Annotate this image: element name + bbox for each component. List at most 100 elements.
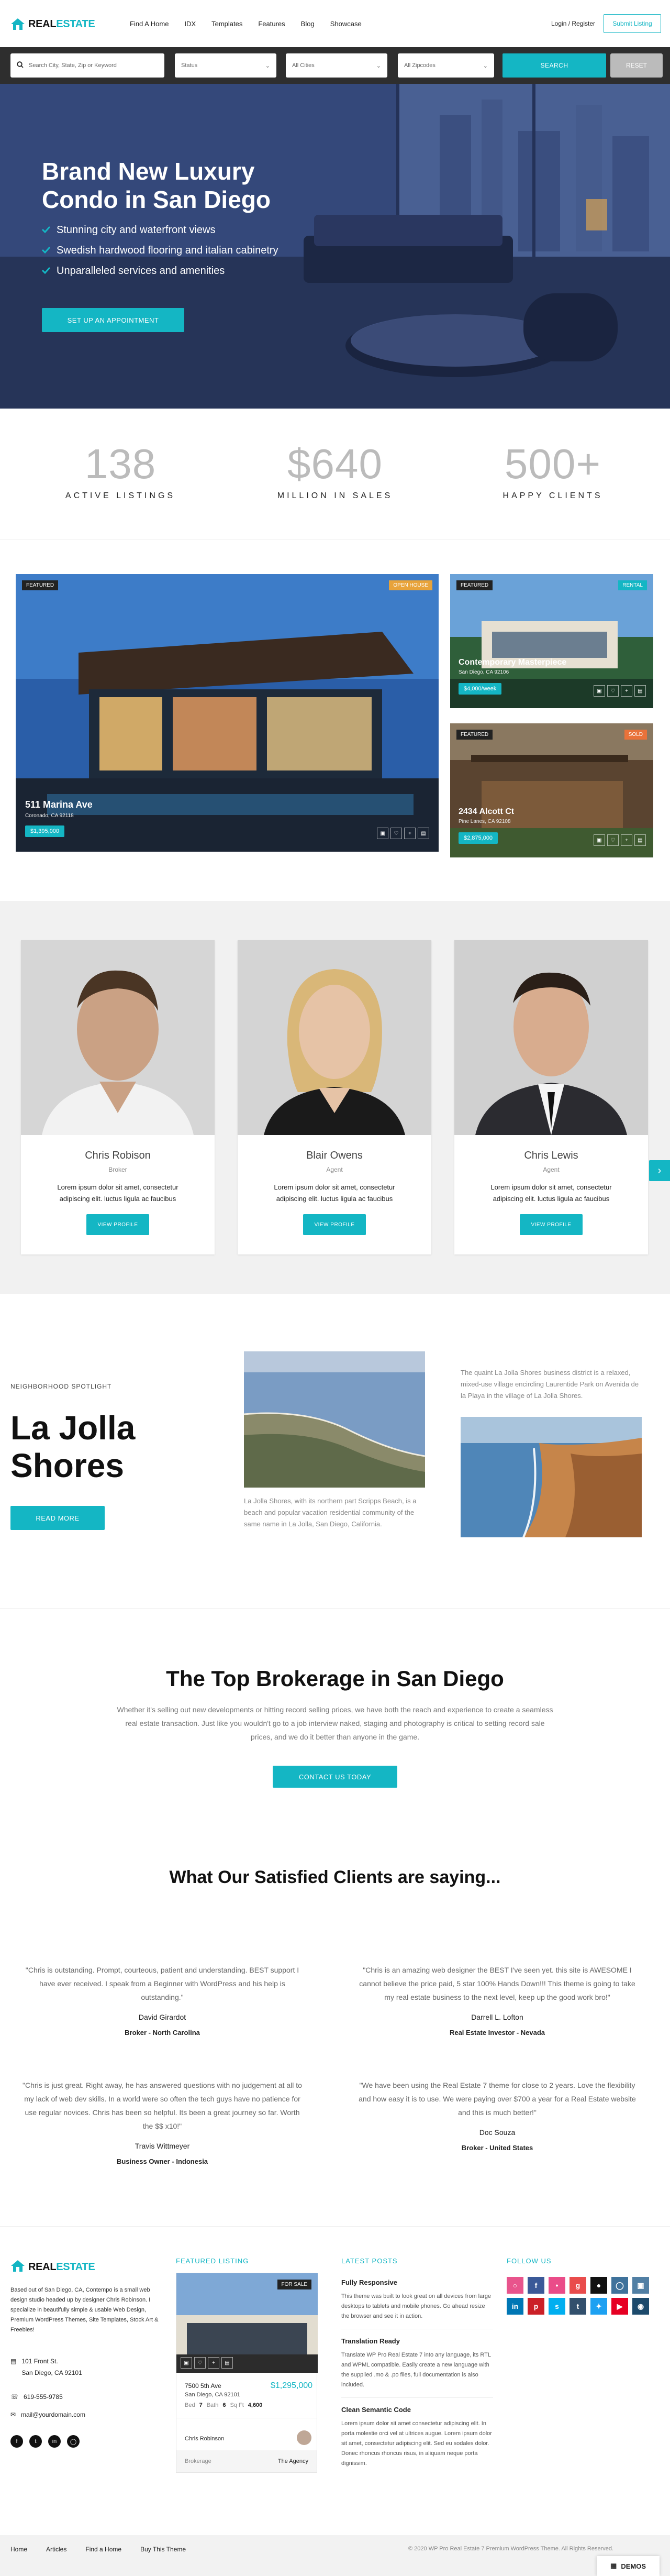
featured-listing-card[interactable]: FOR SALE ▣ ♡ + ▤ 7500 5th Ave San Diego, CA… — [176, 2273, 318, 2473]
nav-templates[interactable]: Templates — [211, 20, 242, 28]
skype-icon[interactable]: s — [549, 2298, 565, 2315]
footer-phone[interactable]: ☏ 619-555-9785 — [10, 2393, 63, 2401]
listing-price: $2,875,000 — [459, 832, 498, 844]
facebook-icon[interactable]: f — [528, 2277, 544, 2294]
agent-photo — [238, 940, 431, 1135]
email-icon: ✉ — [10, 2411, 16, 2418]
carousel-next-arrow-icon[interactable]: › — [649, 1160, 670, 1181]
listing-price: $1,395,000 — [25, 825, 65, 837]
bottom-link-find-a-home[interactable]: Find a Home — [85, 2546, 121, 2553]
stat-happy-clients: 500+ HAPPY CLIENTS — [474, 440, 631, 501]
youtube-icon[interactable]: ▶ — [611, 2298, 628, 2315]
listing-card[interactable]: FEATURED RENTAL Contemporary Masterpiece… — [450, 574, 653, 708]
heart-icon[interactable]: ♡ — [607, 834, 619, 846]
twitter-icon[interactable]: ✦ — [590, 2298, 607, 2315]
post-title[interactable]: Fully Responsive — [341, 2278, 397, 2286]
agent-role: Agent — [326, 1166, 343, 1173]
github-icon[interactable]: ● — [590, 2277, 607, 2294]
image-icon[interactable]: ▣ — [181, 2357, 192, 2369]
featured-address-2: San Diego, CA 92101 — [185, 2392, 240, 2398]
listing-card[interactable]: FEATURED OPEN HOUSE 511 Marina Ave Coron… — [16, 574, 439, 852]
keyword-search-input[interactable]: Search City, State, Zip or Keyword — [10, 53, 164, 78]
demos-button[interactable]: ▦ DEMOS — [597, 2556, 660, 2576]
rss-icon[interactable]: ◉ — [632, 2298, 649, 2315]
chart-icon[interactable]: ▤ — [634, 834, 646, 846]
instagram-icon[interactable]: ◯ — [611, 2277, 628, 2294]
view-profile-button[interactable]: VIEW PROFILE — [303, 1214, 366, 1235]
agent-photo — [454, 940, 648, 1135]
hero-feature-text: Stunning city and waterfront views — [57, 224, 216, 236]
bath-value: 6 — [222, 2402, 226, 2408]
flickr-icon[interactable]: • — [549, 2277, 565, 2294]
nav-find-a-home[interactable]: Find A Home — [130, 20, 169, 28]
plus-icon[interactable]: + — [621, 834, 632, 846]
heart-icon[interactable]: ♡ — [390, 828, 402, 839]
testimonial: "Chris is just great. Right away, he has… — [21, 2078, 304, 2168]
featured-price: $1,295,000 — [271, 2381, 313, 2390]
linkedin-icon[interactable]: in — [48, 2435, 61, 2448]
bottom-bar: Home Articles Find a Home Buy This Theme… — [0, 2535, 670, 2576]
phone-icon: ☏ — [10, 2393, 19, 2401]
chart-icon[interactable]: ▤ — [221, 2357, 233, 2369]
image-icon[interactable]: ▣ — [594, 685, 605, 697]
site-logo[interactable]: REALESTATE — [10, 15, 95, 34]
dribbble-icon[interactable]: ○ — [507, 2277, 523, 2294]
featured-address-1: 7500 5th Ave — [185, 2382, 221, 2390]
zipcodes-select[interactable]: All Zipcodes ⌄ — [398, 53, 494, 78]
plus-icon[interactable]: + — [404, 828, 416, 839]
hero-feature-text: Swedish hardwood flooring and italian ca… — [57, 245, 278, 256]
bottom-link-home[interactable]: Home — [10, 2546, 27, 2553]
twitter-icon[interactable]: t — [29, 2435, 42, 2448]
plus-icon[interactable]: + — [621, 685, 632, 697]
testimonial-author: Darrell L. Lofton — [471, 2013, 523, 2021]
view-profile-button[interactable]: VIEW PROFILE — [86, 1214, 149, 1235]
nav-showcase[interactable]: Showcase — [330, 20, 362, 28]
set-up-appointment-button[interactable]: SET UP AN APPOINTMENT — [42, 308, 184, 332]
pinterest-icon[interactable]: p — [528, 2298, 544, 2315]
plus-icon[interactable]: + — [208, 2357, 219, 2369]
neighborhood-kicker: NEIGHBORHOOD SPOTLIGHT — [10, 1383, 112, 1390]
cities-select[interactable]: All Cities ⌄ — [286, 53, 387, 78]
image-icon[interactable]: ▣ — [594, 834, 605, 846]
sqft-label: Sq Ft — [230, 2402, 244, 2408]
nav-blog[interactable]: Blog — [301, 20, 315, 28]
chart-icon[interactable]: ▤ — [634, 685, 646, 697]
search-button[interactable]: SEARCH — [502, 53, 606, 78]
bottom-link-buy-this-theme[interactable]: Buy This Theme — [140, 2546, 186, 2553]
featured-specs: Bed 7 Bath 6 Sq Ft 4,600 — [185, 2402, 262, 2408]
facebook-icon[interactable]: f — [10, 2435, 23, 2448]
post-title[interactable]: Clean Semantic Code — [341, 2406, 411, 2414]
image-icon[interactable]: ▣ — [377, 828, 388, 839]
nav-features[interactable]: Features — [258, 20, 285, 28]
heart-icon[interactable]: ♡ — [607, 685, 619, 697]
linkedin-icon[interactable]: in — [507, 2298, 523, 2315]
chart-icon[interactable]: ▤ — [418, 828, 429, 839]
listing-card[interactable]: FEATURED SOLD 2434 Alcott Ct Pine Lanes,… — [450, 723, 653, 857]
footer-email[interactable]: ✉ mail@yourdomain.com — [10, 2411, 85, 2418]
heart-icon[interactable]: ♡ — [194, 2357, 206, 2369]
bed-value: 7 — [199, 2402, 203, 2408]
brokerage-title: The Top Brokerage in San Diego — [166, 1666, 504, 1691]
camera-icon[interactable]: ▣ — [632, 2277, 649, 2294]
bottom-link-articles[interactable]: Articles — [46, 2546, 66, 2553]
featured-brokerage: Brokerage The Agency — [176, 2450, 317, 2472]
agent-photo — [21, 940, 215, 1135]
submit-listing-button[interactable]: Submit Listing — [604, 14, 661, 33]
read-more-button[interactable]: READ MORE — [10, 1506, 105, 1530]
view-profile-button[interactable]: VIEW PROFILE — [520, 1214, 583, 1235]
google-plus-icon[interactable]: g — [570, 2277, 586, 2294]
post-title[interactable]: Translation Ready — [341, 2337, 400, 2345]
footer-social-circles: f t in ◯ — [10, 2435, 80, 2448]
footer-logo[interactable]: REALESTATE — [10, 2259, 95, 2275]
instagram-icon[interactable]: ◯ — [67, 2435, 80, 2448]
reset-button[interactable]: RESET — [610, 53, 663, 78]
agent-role: Broker — [108, 1166, 127, 1173]
nav-idx[interactable]: IDX — [184, 20, 196, 28]
chevron-down-icon: ⌄ — [376, 62, 381, 69]
contact-us-button[interactable]: CONTACT US TODAY — [273, 1766, 397, 1788]
tumblr-icon[interactable]: t — [570, 2298, 586, 2315]
stat-label: MILLION IN SALES — [277, 491, 393, 500]
login-register-link[interactable]: Login / Register — [551, 20, 595, 27]
status-select[interactable]: Status ⌄ — [175, 53, 276, 78]
featured-agent-name: Chris Robinson — [185, 2436, 225, 2442]
